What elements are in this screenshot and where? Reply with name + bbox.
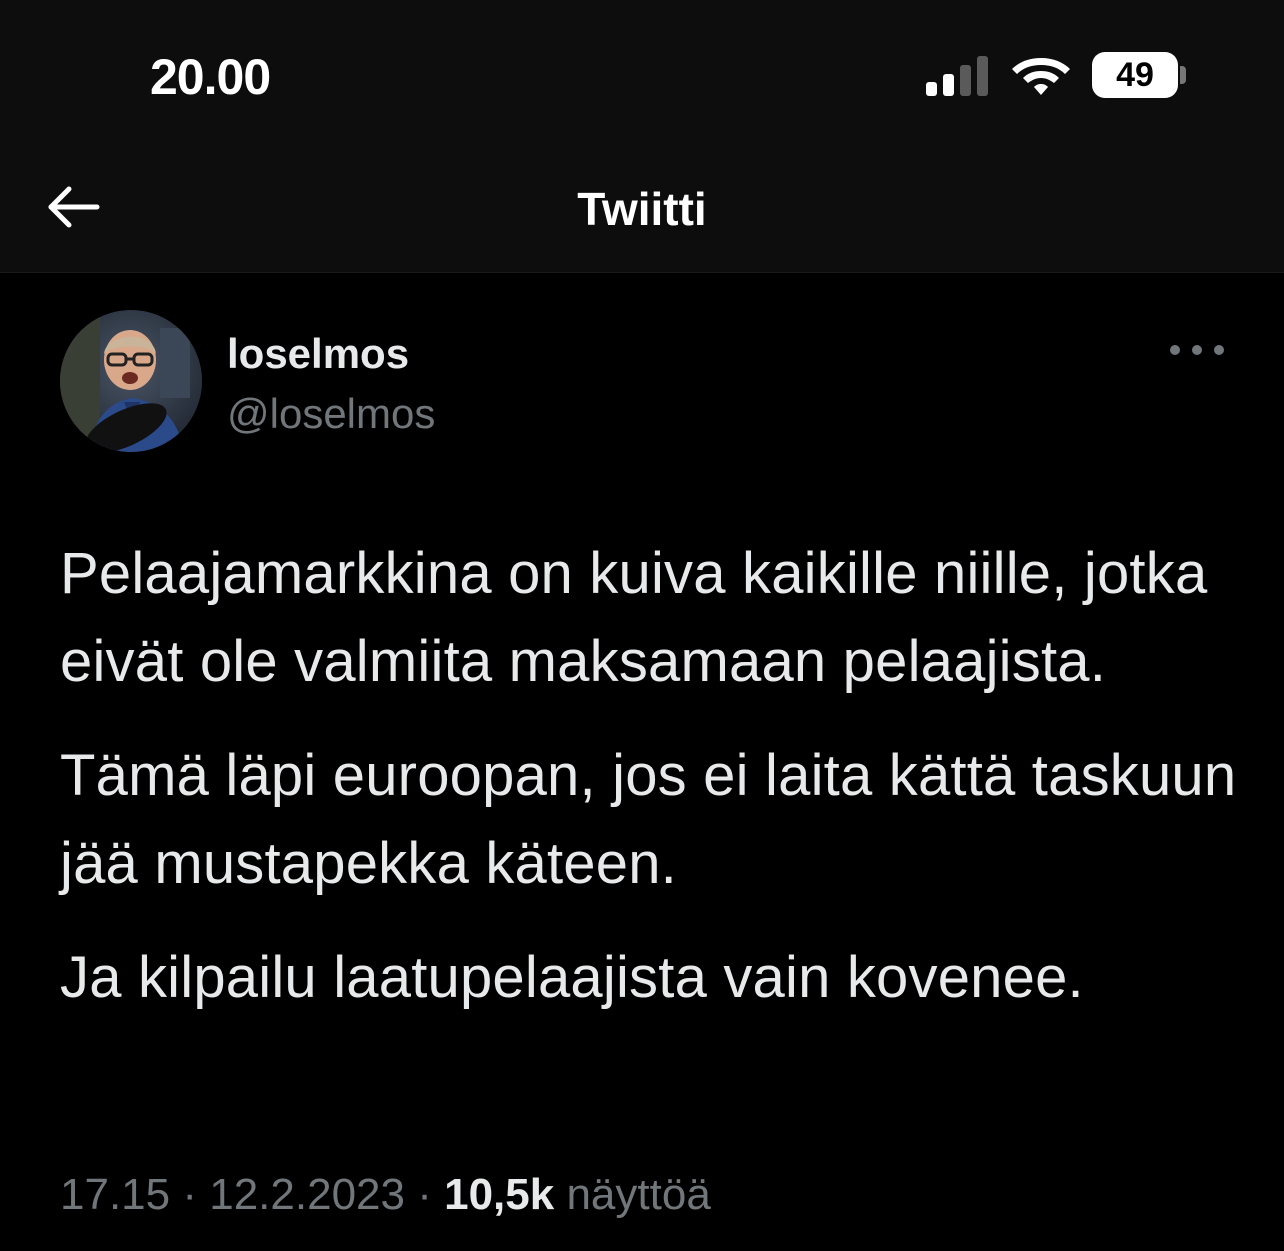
tweet-time: 17.15: [60, 1170, 171, 1219]
views-label: näyttöä: [566, 1170, 711, 1219]
author-name[interactable]: loselmos: [227, 330, 409, 378]
more-dot-icon: [1214, 345, 1224, 355]
more-options-button[interactable]: [1170, 332, 1224, 368]
tweet-meta: 17.15 · 12.2.2023 · 10,5k näyttöä: [60, 1170, 711, 1220]
more-dot-icon: [1170, 345, 1180, 355]
views-count[interactable]: 10,5k: [444, 1170, 554, 1219]
avatar[interactable]: [60, 310, 202, 452]
more-dot-icon: [1192, 345, 1202, 355]
tweet-date: 12.2.2023: [209, 1170, 405, 1219]
battery-indicator: 49: [1092, 52, 1178, 98]
tweet-paragraph: Pelaajamarkkina on kuiva kaikille niille…: [60, 541, 1208, 694]
meta-separator: ·: [417, 1170, 432, 1219]
meta-separator: ·: [182, 1170, 197, 1219]
battery-cap: [1180, 66, 1186, 84]
status-time: 20.00: [150, 49, 271, 105]
tweet-text: Pelaajamarkkina on kuiva kaikille niille…: [60, 530, 1240, 1048]
tweet-paragraph: Ja kilpailu laatupelaajista vain kovenee…: [60, 945, 1084, 1010]
tweet-screen: 20.00 49 Twiitti loselmos @loselmos Pela…: [0, 0, 1284, 1251]
cellular-signal-icon: [926, 56, 988, 96]
page-title: Twiitti: [577, 183, 707, 235]
top-bar: 20.00 49 Twiitti: [0, 0, 1284, 273]
wifi-icon: [1012, 58, 1070, 95]
author-handle[interactable]: @loselmos: [227, 390, 435, 438]
battery-level: 49: [1116, 55, 1154, 94]
tweet-paragraph: Tämä läpi euroopan, jos ei laita kättä t…: [60, 743, 1237, 896]
avatar-image: [60, 310, 202, 452]
